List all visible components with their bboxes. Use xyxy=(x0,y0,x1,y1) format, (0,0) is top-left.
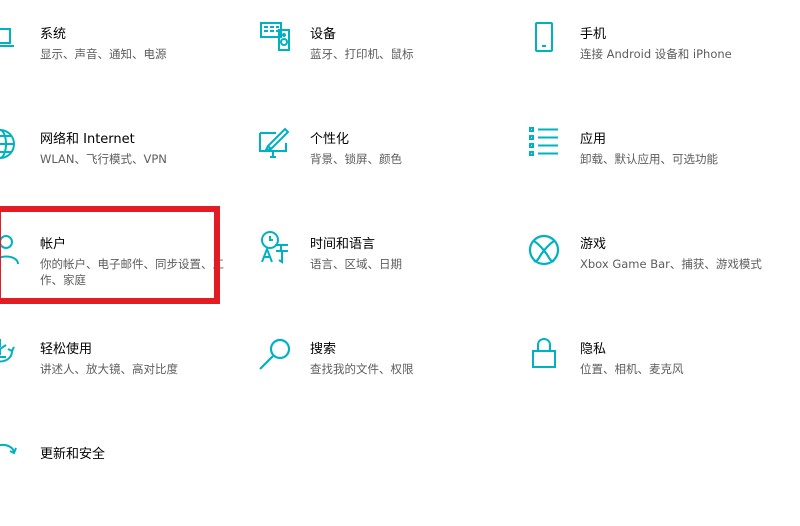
lock-icon xyxy=(530,341,566,377)
tile-title: 应用 xyxy=(580,132,607,147)
tile-privacy[interactable]: 隐私 位置、相机、麦克风 xyxy=(530,341,780,421)
tile-system[interactable]: 系统 显示、声音、通知、电源 xyxy=(0,26,240,106)
tile-desc: 语言、区域、日期 xyxy=(310,257,402,271)
search-icon xyxy=(260,341,296,377)
phone-icon xyxy=(530,26,566,62)
tile-desc: 查找我的文件、权限 xyxy=(310,362,414,376)
tile-title: 更新和安全 xyxy=(40,447,106,462)
tile-time-language[interactable]: 时间和语言 语言、区域、日期 xyxy=(260,236,510,316)
time-language-icon xyxy=(260,236,296,272)
tile-title: 游戏 xyxy=(580,237,607,252)
tile-gaming[interactable]: 游戏 Xbox Game Bar、捕获、游戏模式 xyxy=(530,236,780,316)
tile-title: 搜索 xyxy=(310,342,337,357)
tile-devices[interactable]: 设备 蓝牙、打印机、鼠标 xyxy=(260,26,510,106)
tile-search[interactable]: 搜索 查找我的文件、权限 xyxy=(260,341,510,421)
tile-network-internet[interactable]: 网络和 Internet WLAN、飞行模式、VPN xyxy=(0,131,240,211)
tile-desc: 卸载、默认应用、可选功能 xyxy=(580,152,718,166)
tile-desc: 位置、相机、麦克风 xyxy=(580,362,684,376)
devices-icon xyxy=(260,26,296,62)
tile-title: 手机 xyxy=(580,27,607,42)
ease-of-access-icon xyxy=(0,341,26,377)
tile-desc: Xbox Game Bar、捕获、游戏模式 xyxy=(580,257,762,271)
tile-personalization[interactable]: 个性化 背景、锁屏、颜色 xyxy=(260,131,510,211)
globe-icon xyxy=(0,131,26,167)
highlight-box xyxy=(0,206,220,304)
tile-title: 时间和语言 xyxy=(310,237,376,252)
tile-desc: 蓝牙、打印机、鼠标 xyxy=(310,47,414,61)
tile-apps[interactable]: 应用 卸载、默认应用、可选功能 xyxy=(530,131,780,211)
apps-list-icon xyxy=(530,131,566,167)
tile-desc: 显示、声音、通知、电源 xyxy=(40,47,167,61)
tile-desc: 背景、锁屏、颜色 xyxy=(310,152,402,166)
tile-title: 个性化 xyxy=(310,132,350,147)
update-icon xyxy=(0,446,26,482)
tile-title: 隐私 xyxy=(580,342,607,357)
tile-title: 系统 xyxy=(40,27,67,42)
tile-desc: 连接 Android 设备和 iPhone xyxy=(580,47,732,61)
tile-phone[interactable]: 手机 连接 Android 设备和 iPhone xyxy=(530,26,780,106)
tile-title: 设备 xyxy=(310,27,337,42)
personalization-icon xyxy=(260,131,296,167)
laptop-icon xyxy=(0,26,26,62)
xbox-icon xyxy=(530,236,566,272)
tile-desc: 讲述人、放大镜、高对比度 xyxy=(40,362,178,376)
tile-title: 网络和 Internet xyxy=(40,132,135,147)
tile-desc: WLAN、飞行模式、VPN xyxy=(40,152,167,166)
tile-ease-of-access[interactable]: 轻松使用 讲述人、放大镜、高对比度 xyxy=(0,341,240,421)
tile-title: 轻松使用 xyxy=(40,342,93,357)
tile-update-security[interactable]: 更新和安全 xyxy=(0,446,240,526)
